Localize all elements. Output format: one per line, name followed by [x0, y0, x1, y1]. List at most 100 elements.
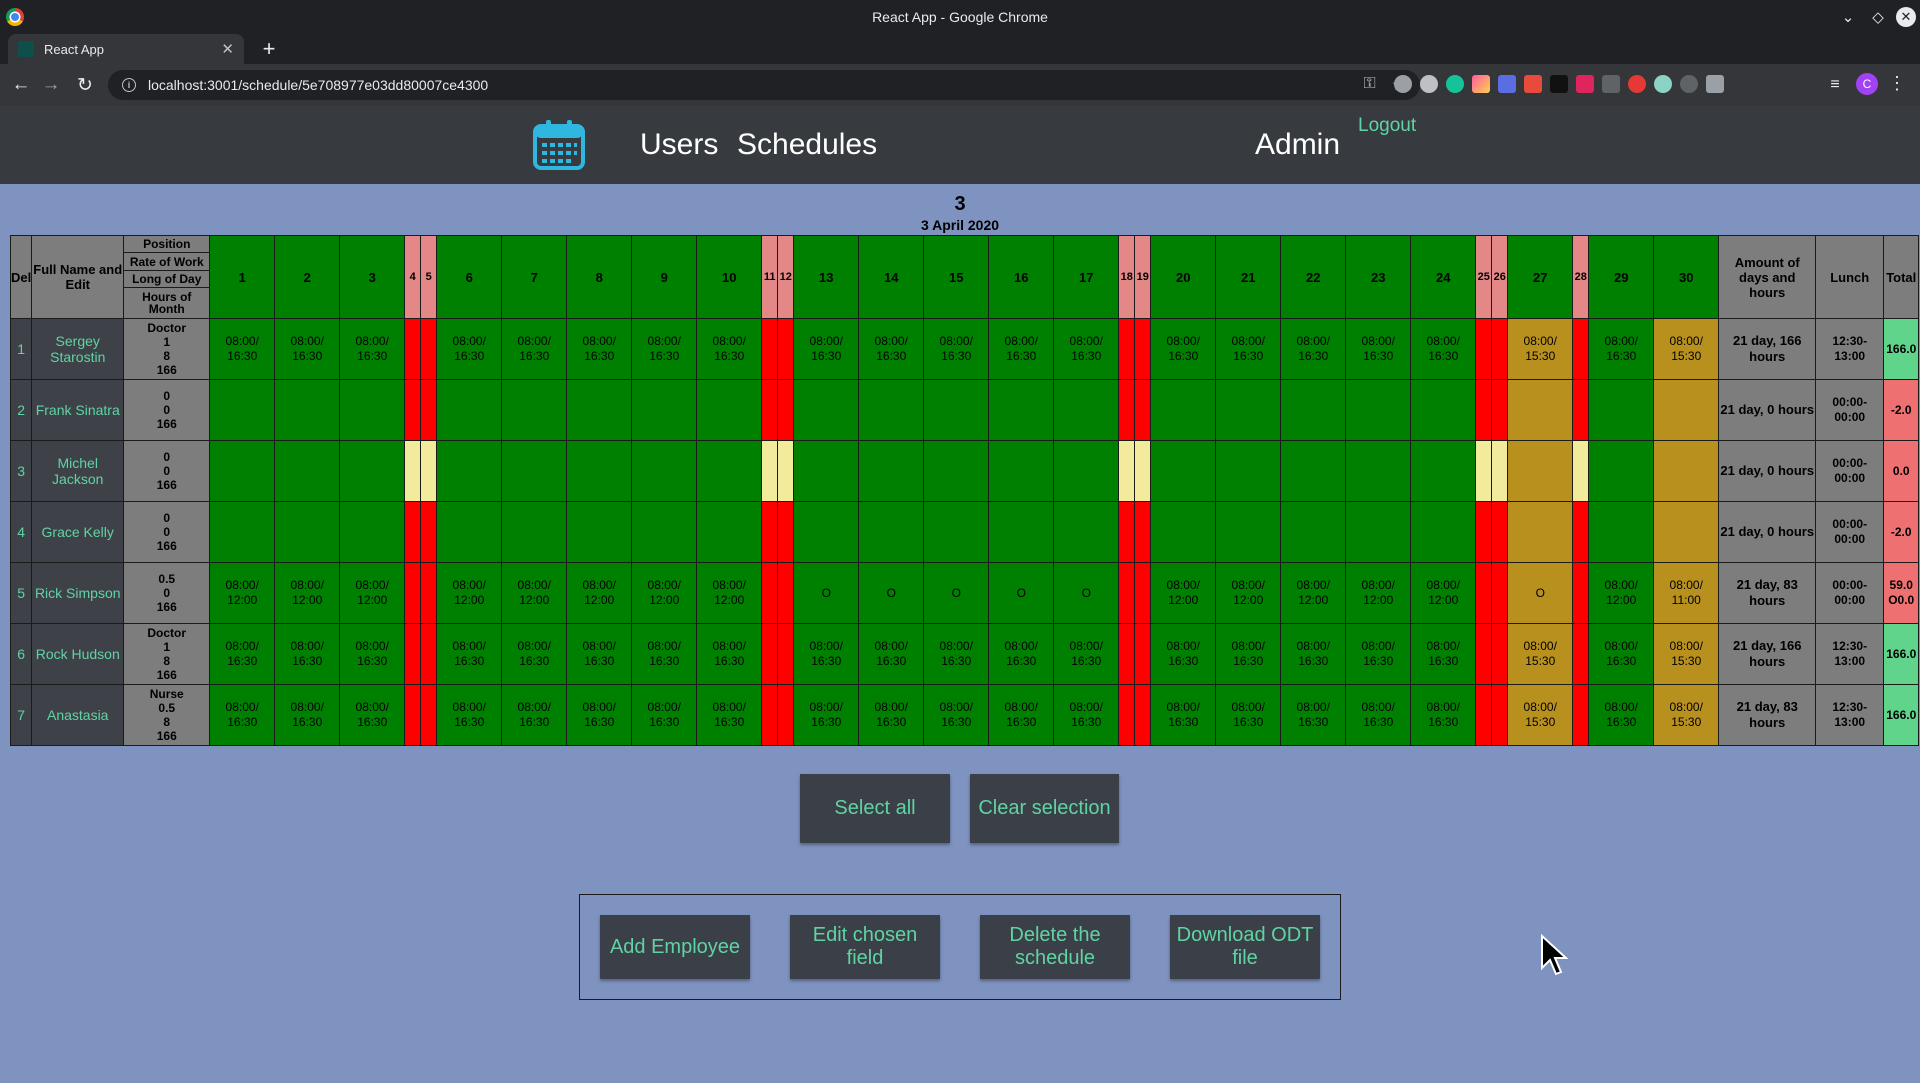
- shift-cell[interactable]: [404, 684, 422, 746]
- shift-cell[interactable]: [420, 684, 438, 746]
- shift-cell[interactable]: 08:00/ 16:30: [1345, 318, 1412, 380]
- shift-cell[interactable]: [777, 684, 795, 746]
- shift-cell[interactable]: [1588, 440, 1655, 502]
- shift-cell[interactable]: [1491, 318, 1509, 380]
- employee-name-link[interactable]: Sergey Starostin: [31, 318, 125, 380]
- add-employee-button[interactable]: Add Employee: [600, 915, 750, 979]
- shift-cell[interactable]: [793, 379, 860, 441]
- shift-cell[interactable]: [761, 379, 779, 441]
- shift-cell[interactable]: 08:00/ 16:30: [696, 684, 763, 746]
- shift-cell[interactable]: [761, 440, 779, 502]
- shift-cell[interactable]: 08:00/ 15:30: [1507, 318, 1574, 380]
- shift-cell[interactable]: [566, 379, 633, 441]
- shift-cell[interactable]: [1491, 623, 1509, 685]
- shift-cell[interactable]: [404, 562, 422, 624]
- shift-cell[interactable]: 08:00/ 16:30: [501, 623, 568, 685]
- shift-cell[interactable]: [1475, 318, 1493, 380]
- shift-cell[interactable]: [1134, 440, 1152, 502]
- shift-cell[interactable]: [1491, 684, 1509, 746]
- extension-braces-icon[interactable]: [1602, 75, 1620, 93]
- shift-cell[interactable]: 08:00/ 16:30: [923, 684, 990, 746]
- shift-cell[interactable]: O: [988, 562, 1055, 624]
- shift-cell[interactable]: 08:00/ 16:30: [1053, 318, 1120, 380]
- shift-cell[interactable]: [1475, 379, 1493, 441]
- shift-cell[interactable]: [274, 440, 341, 502]
- shift-cell[interactable]: [1345, 440, 1412, 502]
- shift-cell[interactable]: [793, 440, 860, 502]
- shift-cell[interactable]: 08:00/ 12:00: [566, 562, 633, 624]
- shift-cell[interactable]: 08:00/ 16:30: [1588, 318, 1655, 380]
- shift-cell[interactable]: 08:00/ 16:30: [793, 318, 860, 380]
- clear-selection-button[interactable]: Clear selection: [970, 774, 1119, 843]
- shift-cell[interactable]: [274, 501, 341, 563]
- extension-vr-icon[interactable]: [1706, 75, 1724, 93]
- shift-cell[interactable]: O: [923, 562, 990, 624]
- forward-icon[interactable]: →: [38, 72, 64, 98]
- shift-cell[interactable]: [1150, 501, 1217, 563]
- shift-cell[interactable]: [923, 379, 990, 441]
- shift-cell[interactable]: [988, 379, 1055, 441]
- shift-cell[interactable]: [1280, 501, 1347, 563]
- shift-cell[interactable]: 08:00/ 16:30: [1215, 623, 1282, 685]
- back-icon[interactable]: ←: [8, 72, 34, 98]
- shift-cell[interactable]: [1410, 440, 1477, 502]
- shift-cell[interactable]: [1053, 379, 1120, 441]
- shift-cell[interactable]: [1475, 440, 1493, 502]
- shift-cell[interactable]: [777, 318, 795, 380]
- shift-cell[interactable]: [420, 318, 438, 380]
- shift-cell[interactable]: [501, 440, 568, 502]
- shift-cell[interactable]: [1280, 379, 1347, 441]
- shift-cell[interactable]: [566, 440, 633, 502]
- shift-cell[interactable]: 08:00/ 16:30: [1410, 623, 1477, 685]
- reload-icon[interactable]: ↻: [72, 72, 98, 98]
- shift-cell[interactable]: [1215, 379, 1282, 441]
- shift-cell[interactable]: [988, 501, 1055, 563]
- shift-cell[interactable]: 08:00/ 16:30: [339, 623, 406, 685]
- shift-cell[interactable]: [1280, 440, 1347, 502]
- shift-cell[interactable]: [1572, 379, 1590, 441]
- shift-cell[interactable]: [1475, 562, 1493, 624]
- shift-cell[interactable]: [209, 379, 276, 441]
- shift-cell[interactable]: 08:00/ 16:30: [501, 684, 568, 746]
- shift-cell[interactable]: 08:00/ 12:00: [1150, 562, 1217, 624]
- extension-play-icon[interactable]: [1576, 75, 1594, 93]
- shift-cell[interactable]: [923, 501, 990, 563]
- shift-cell[interactable]: 08:00/ 16:30: [1588, 684, 1655, 746]
- extension-swirl-icon[interactable]: [1654, 75, 1672, 93]
- row-delete-cell[interactable]: 7: [9, 684, 33, 746]
- url-text[interactable]: localhost:3001/schedule/5e708977e03dd800…: [148, 77, 488, 93]
- shift-cell[interactable]: 08:00/ 12:00: [1345, 562, 1412, 624]
- shift-cell[interactable]: [339, 379, 406, 441]
- shift-cell[interactable]: [501, 379, 568, 441]
- shift-cell[interactable]: [209, 501, 276, 563]
- shift-cell[interactable]: [1118, 379, 1136, 441]
- shift-cell[interactable]: [1572, 684, 1590, 746]
- shift-cell[interactable]: [404, 501, 422, 563]
- shift-cell[interactable]: [923, 440, 990, 502]
- shift-cell[interactable]: [404, 623, 422, 685]
- shift-cell[interactable]: 08:00/ 16:30: [566, 684, 633, 746]
- shift-cell[interactable]: 08:00/ 15:30: [1653, 684, 1720, 746]
- calendar-icon[interactable]: [533, 120, 585, 170]
- shift-cell[interactable]: [858, 501, 925, 563]
- shift-cell[interactable]: [1572, 440, 1590, 502]
- row-delete-cell[interactable]: 3: [9, 440, 33, 502]
- shift-cell[interactable]: 08:00/ 16:30: [631, 623, 698, 685]
- shift-cell[interactable]: 08:00/ 16:30: [858, 623, 925, 685]
- shift-cell[interactable]: [1491, 379, 1509, 441]
- extension-grammarly-icon[interactable]: [1446, 75, 1464, 93]
- shift-cell[interactable]: [1345, 379, 1412, 441]
- shift-cell[interactable]: 08:00/ 16:30: [436, 684, 503, 746]
- shift-cell[interactable]: [696, 440, 763, 502]
- nav-users-link[interactable]: Users: [640, 128, 718, 162]
- shift-cell[interactable]: [777, 562, 795, 624]
- shift-cell[interactable]: [631, 379, 698, 441]
- extension-gradient-icon[interactable]: [1472, 75, 1490, 93]
- shift-cell[interactable]: [988, 440, 1055, 502]
- shift-cell[interactable]: 08:00/ 16:30: [923, 318, 990, 380]
- shift-cell[interactable]: 08:00/ 16:30: [1345, 684, 1412, 746]
- shift-cell[interactable]: [1118, 440, 1136, 502]
- shift-cell[interactable]: [1215, 440, 1282, 502]
- shift-cell[interactable]: 08:00/ 12:00: [631, 562, 698, 624]
- shift-cell[interactable]: [404, 440, 422, 502]
